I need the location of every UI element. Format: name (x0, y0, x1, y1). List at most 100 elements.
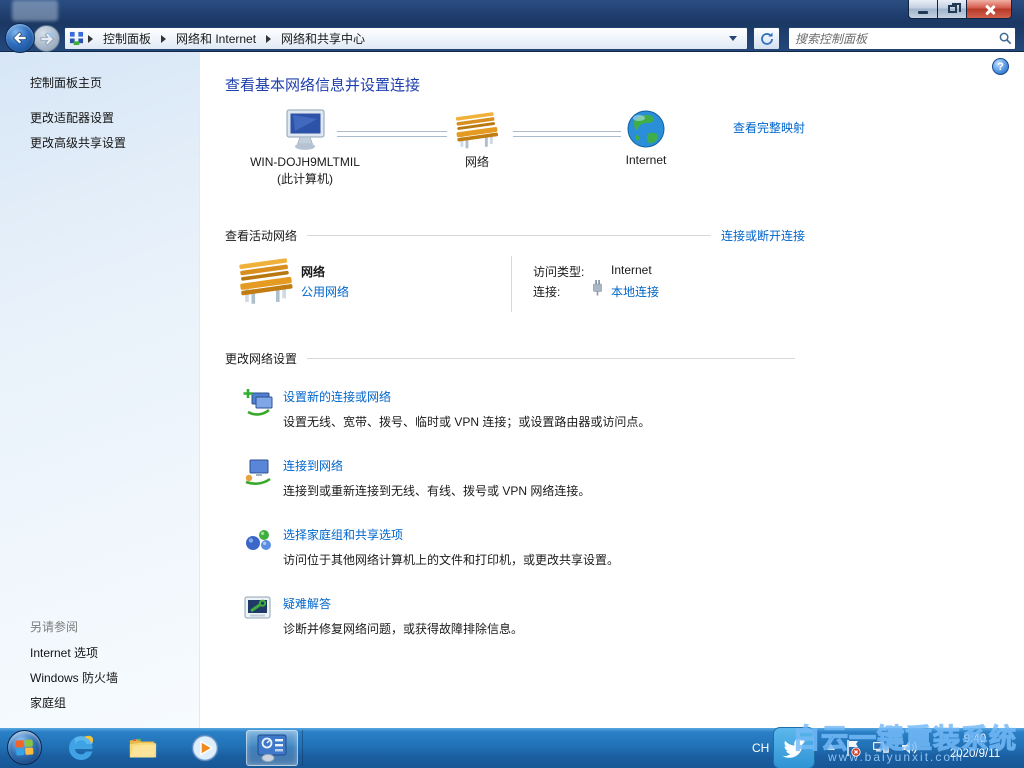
minimize-icon (918, 11, 928, 14)
breadcrumb-control-panel[interactable]: 控制面板 (97, 28, 157, 49)
forward-button-disabled (33, 25, 60, 52)
close-button[interactable] (967, 0, 1012, 19)
restore-icon (948, 5, 957, 13)
windows-explorer-icon[interactable] (128, 733, 158, 763)
map-node-internet[interactable]: Internet (607, 109, 685, 169)
network-sharing-center-window: 控制面板 网络和 Internet 网络和共享中心 (0, 0, 1024, 768)
homegroup-options-desc: 访问位于其他网络计算机上的文件和打印机，或更改共享设置。 (283, 551, 805, 568)
refresh-button[interactable] (753, 27, 780, 50)
connect-to-network-desc: 连接到或重新连接到无线、有线、拨号或 VPN 网络连接。 (283, 482, 805, 499)
setting-row-new-connection: 设置新的连接或网络 设置无线、宽带、拨号、临时或 VPN 连接；或设置路由器或访… (225, 388, 805, 436)
computer-sub-label: (此计算机) (225, 171, 385, 188)
setting-row-connect: 连接到网络 连接到或重新连接到无线、有线、拨号或 VPN 网络连接。 (225, 457, 805, 505)
network-map-icon (69, 31, 84, 46)
window-titlebar: 控制面板 网络和 Internet 网络和共享中心 (0, 0, 1024, 52)
active-network-bench-icon (237, 258, 295, 306)
public-network-link[interactable]: 公用网络 (301, 283, 349, 300)
network-node-label: 网络 (437, 154, 517, 171)
tray-clock[interactable]: 9:40 2020/9/11 (933, 732, 1017, 762)
language-indicator[interactable]: CH (752, 741, 769, 755)
sidebar-item-internet-options[interactable]: Internet 选项 (30, 644, 98, 661)
control-panel-taskbar-button-active[interactable] (246, 730, 298, 766)
connections-label: 连接: (533, 283, 560, 300)
control-panel-icon (255, 733, 289, 763)
window-icon-glow (12, 0, 58, 21)
address-dropdown-icon[interactable] (729, 36, 737, 41)
local-area-connection-link[interactable]: 本地连接 (611, 283, 659, 300)
windows-logo-icon (15, 739, 33, 755)
breadcrumb-network-sharing-center[interactable]: 网络和共享中心 (275, 28, 371, 49)
search-icon[interactable] (995, 32, 1015, 45)
sidebar-item-control-panel-home[interactable]: 控制面板主页 (30, 74, 102, 91)
troubleshoot-icon (243, 595, 273, 623)
troubleshoot-link[interactable]: 疑难解答 (283, 595, 331, 612)
internet-globe-icon (626, 109, 666, 149)
active-networks-header-row: 查看活动网络 连接或断开连接 (225, 227, 805, 244)
internet-explorer-icon[interactable] (66, 733, 96, 763)
map-connection-line (513, 131, 621, 137)
network-settings-header: 更改网络设置 (225, 350, 297, 367)
refresh-icon (759, 31, 775, 47)
connect-to-network-icon (243, 457, 273, 485)
network-map: WIN-DOJH9MLTMIL (此计算机) (225, 109, 805, 213)
access-type-label: 访问类型: (533, 263, 584, 280)
back-arrow-icon (12, 30, 28, 46)
action-center-flag-icon[interactable] (845, 739, 861, 757)
search-input[interactable] (789, 32, 995, 46)
breadcrumb-chevron-icon (161, 35, 166, 43)
network-settings-header-row: 更改网络设置 (225, 350, 805, 367)
main-content: ? 查看基本网络信息并设置连接 WIN-DOJH9MLTMIL (此计算机) (200, 52, 1024, 728)
close-icon (984, 4, 995, 15)
computer-icon (281, 109, 329, 151)
active-network-panel: 网络 公用网络 访问类型: Internet 连接: 本地连接 (225, 250, 805, 336)
setup-new-connection-link[interactable]: 设置新的连接或网络 (283, 388, 391, 405)
breadcrumb-bar[interactable]: 控制面板 网络和 Internet 网络和共享中心 (64, 27, 748, 50)
sidebar-item-change-advanced-sharing[interactable]: 更改高级共享设置 (30, 134, 126, 151)
media-player-icon[interactable] (190, 733, 220, 763)
breadcrumb-chevron-icon (88, 35, 93, 43)
network-bench-icon (454, 111, 500, 151)
start-button[interactable] (7, 730, 42, 765)
clock-date: 2020/9/11 (933, 747, 1017, 762)
section-divider (307, 235, 711, 236)
taskbar-separator (302, 730, 303, 766)
section-divider (307, 358, 795, 359)
map-node-network[interactable]: 网络 (437, 111, 517, 171)
tray-app-bird-icon[interactable] (773, 727, 815, 768)
search-box (788, 27, 1016, 50)
connect-to-network-link[interactable]: 连接到网络 (283, 457, 343, 474)
breadcrumb-network-internet[interactable]: 网络和 Internet (170, 28, 262, 49)
back-button[interactable] (5, 23, 35, 53)
map-connection-line (337, 131, 447, 137)
homegroup-sharing-icon (243, 526, 273, 554)
sidebar-item-change-adapter-settings[interactable]: 更改适配器设置 (30, 109, 114, 126)
sidebar-item-windows-firewall[interactable]: Windows 防火墙 (30, 669, 118, 686)
panel-divider (511, 256, 512, 312)
access-type-value: Internet (611, 263, 652, 277)
help-icon[interactable]: ? (992, 58, 1009, 75)
clock-time: 9:40 (933, 732, 1017, 747)
setting-row-troubleshoot: 疑难解答 诊断并修复网络问题，或获得故障排除信息。 (225, 595, 805, 643)
minimize-button[interactable] (908, 0, 938, 19)
recent-pages-dropdown[interactable] (47, 33, 55, 38)
taskbar: CH 9:40 2020/9/11 (0, 728, 1024, 768)
connect-disconnect-link[interactable]: 连接或断开连接 (721, 227, 805, 244)
internet-node-label: Internet (607, 152, 685, 169)
page-title: 查看基本网络信息并设置连接 (225, 74, 805, 95)
computer-name-label: WIN-DOJH9MLTMIL (225, 154, 385, 171)
map-node-computer[interactable]: WIN-DOJH9MLTMIL (此计算机) (225, 109, 385, 188)
volume-tray-icon[interactable] (900, 739, 918, 756)
show-hidden-icons-button[interactable] (827, 744, 835, 750)
restore-button[interactable] (938, 0, 967, 19)
setup-new-connection-desc: 设置无线、宽带、拨号、临时或 VPN 连接；或设置路由器或访问点。 (283, 413, 805, 430)
see-full-map-link[interactable]: 查看完整映射 (733, 119, 805, 136)
network-tray-icon[interactable] (872, 739, 890, 757)
homegroup-options-link[interactable]: 选择家庭组和共享选项 (283, 526, 403, 543)
ethernet-plug-icon (591, 279, 604, 297)
new-connection-icon (243, 388, 273, 416)
breadcrumb-chevron-icon (266, 35, 271, 43)
sidebar-see-also-header: 另请参阅 (30, 618, 78, 635)
setting-row-homegroup: 选择家庭组和共享选项 访问位于其他网络计算机上的文件和打印机，或更改共享设置。 (225, 526, 805, 574)
troubleshoot-desc: 诊断并修复网络问题，或获得故障排除信息。 (283, 620, 805, 637)
sidebar-item-homegroup[interactable]: 家庭组 (30, 694, 66, 711)
